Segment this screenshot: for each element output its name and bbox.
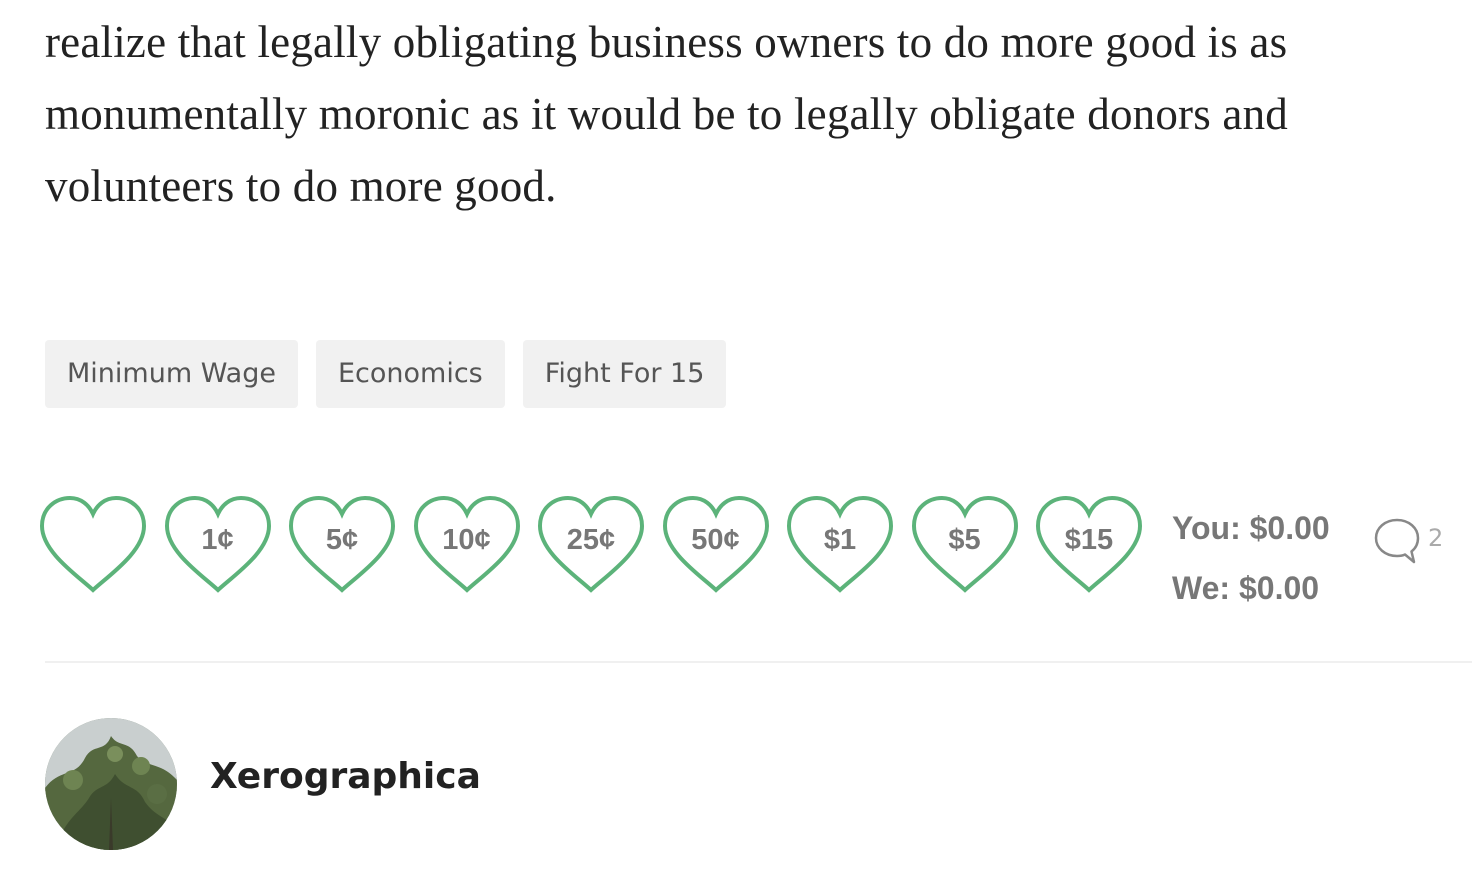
comment-count: 2 [1428, 524, 1444, 552]
tag-fight-for-15[interactable]: Fight For 15 [522, 340, 727, 408]
tag-minimum-wage[interactable]: Minimum Wage [45, 340, 298, 408]
heart-label [38, 492, 148, 588]
community-total: We: $0.00 [1172, 570, 1320, 606]
divider [45, 661, 1472, 663]
tip-totals: You: $0.00 We: $0.00 [1172, 498, 1330, 618]
tip-5-dollar-button[interactable]: $5 [910, 492, 1020, 602]
heart-label: 1¢ [201, 523, 234, 556]
tag-list: Minimum Wage Economics Fight For 15 [45, 340, 727, 408]
heart-label: 50¢ [691, 523, 740, 556]
heart-label: $15 [1064, 523, 1114, 556]
heart-label: $5 [948, 523, 981, 556]
speech-bubble-icon [1374, 518, 1420, 564]
author-avatar[interactable] [45, 718, 177, 850]
article-paragraph: realize that legally obligating business… [45, 17, 1288, 211]
tip-hearts: 1¢ 5¢ 10¢ 25¢ 50¢ $1 $5 $15 [38, 492, 1159, 602]
heart-like-button[interactable] [38, 492, 148, 602]
heart-label: 25¢ [566, 523, 616, 556]
tip-10-cent-button[interactable]: 10¢ [412, 492, 522, 602]
your-total: You: $0.00 [1172, 510, 1330, 546]
tag-economics[interactable]: Economics [315, 340, 505, 408]
tip-25-cent-button[interactable]: 25¢ [536, 492, 646, 602]
tip-15-dollar-button[interactable]: $15 [1034, 492, 1144, 602]
comments-button[interactable]: 2 [1372, 516, 1443, 568]
tip-50-cent-button[interactable]: 50¢ [661, 492, 771, 602]
tree-photo-icon [45, 718, 177, 850]
tip-1-dollar-button[interactable]: $1 [785, 492, 895, 602]
heart-label: 5¢ [325, 523, 359, 556]
author-name[interactable]: Xerographica [210, 756, 481, 797]
heart-label: $1 [823, 523, 857, 556]
heart-label: 10¢ [442, 523, 491, 556]
tip-5-cent-button[interactable]: 5¢ [287, 492, 397, 602]
tip-1-cent-button[interactable]: 1¢ [163, 492, 273, 602]
